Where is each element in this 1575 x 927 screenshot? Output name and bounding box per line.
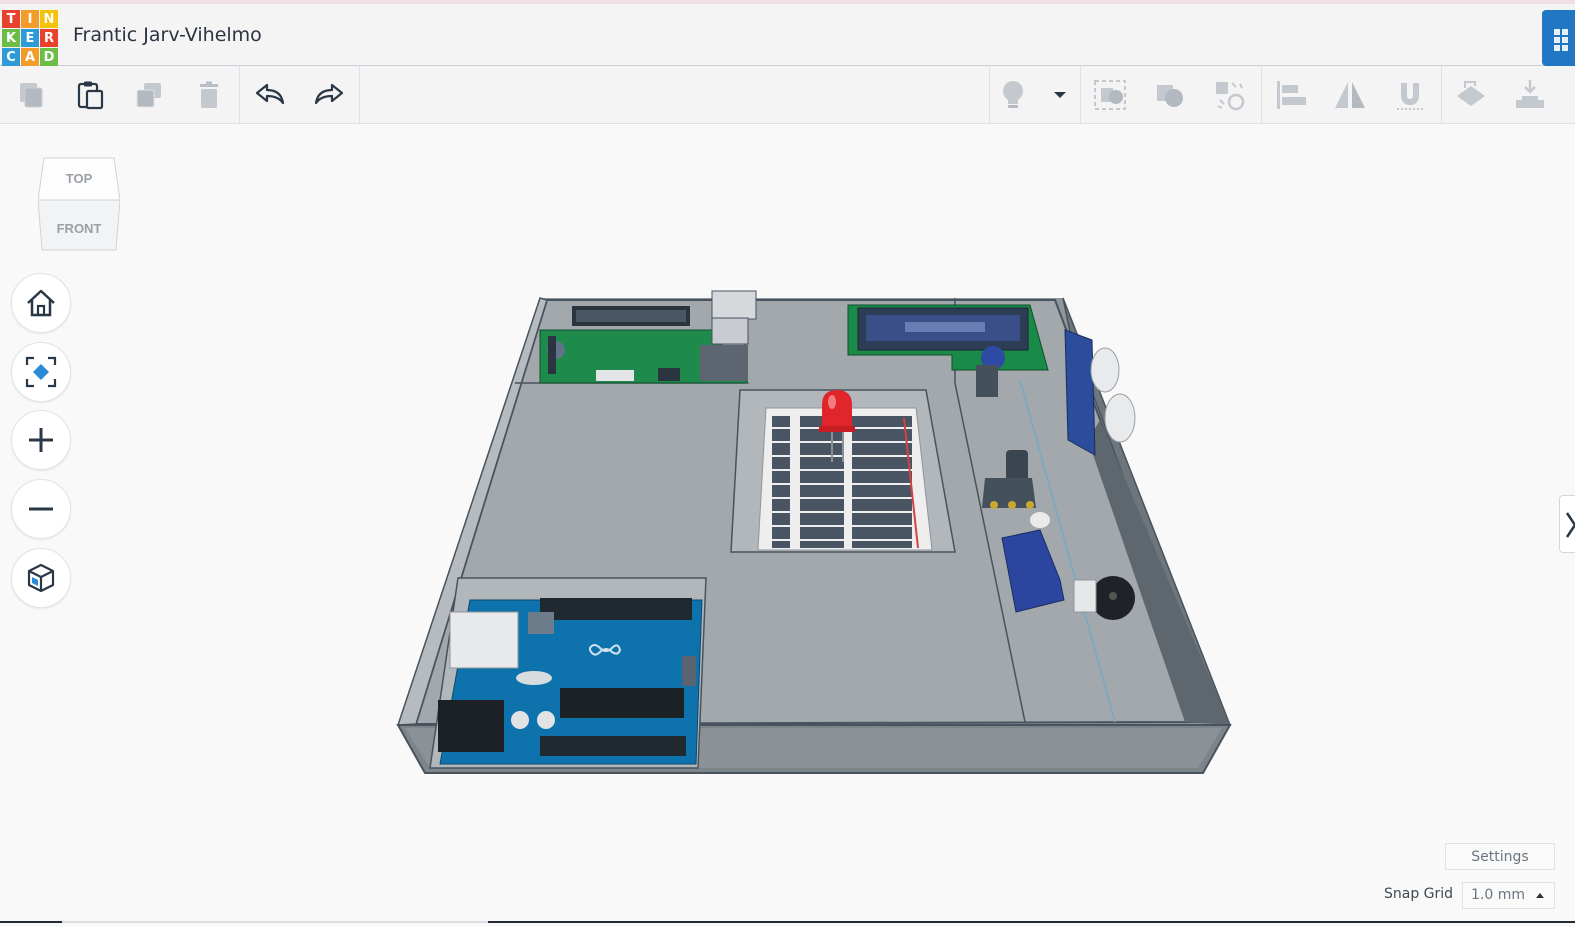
workplane-scene[interactable] (0, 0, 1575, 927)
chevron-up-icon (1536, 893, 1544, 898)
settings-button[interactable]: Settings (1445, 843, 1555, 870)
snap-grid-value: 1.0 mm (1471, 887, 1525, 903)
close-panel-icon (1565, 512, 1575, 538)
snap-grid-label: Snap Grid (1384, 886, 1454, 902)
status-bar-line (0, 921, 1575, 923)
snap-grid-select[interactable]: 1.0 mm (1462, 882, 1555, 909)
shapes-panel-toggle[interactable] (1559, 495, 1575, 553)
